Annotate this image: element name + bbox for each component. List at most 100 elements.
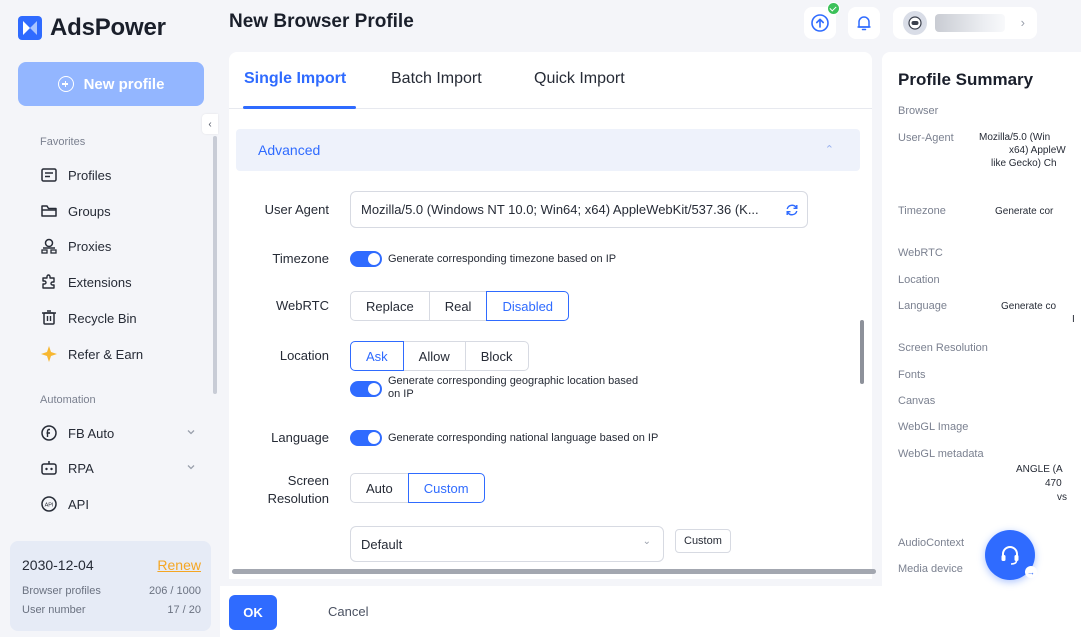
support-chat-button[interactable]: → <box>985 530 1037 580</box>
webrtc-real-option[interactable]: Real <box>428 291 488 321</box>
brand-name: AdsPower <box>50 14 166 41</box>
logo[interactable]: AdsPower <box>18 14 166 42</box>
chevron-down-icon[interactable] <box>186 462 196 472</box>
headset-icon <box>1001 546 1019 565</box>
screen-auto-option[interactable]: Auto <box>350 473 409 503</box>
scroll-thumb[interactable] <box>232 569 876 574</box>
sidebar-item-label: Refer & Earn <box>68 346 144 362</box>
summary-fonts-label: Fonts <box>898 369 926 381</box>
refresh-icon[interactable] <box>785 203 799 217</box>
summary-canvas-label: Canvas <box>898 395 936 407</box>
sidebar-item-extensions[interactable]: Extensions <box>40 270 200 294</box>
new-profile-button[interactable]: New profile <box>18 62 204 106</box>
resolution-select-value: Default <box>361 536 403 552</box>
user-agent-label: User Agent <box>264 202 329 217</box>
collapse-sidebar-button[interactable]: ‹ <box>202 114 218 134</box>
tab-single-import[interactable]: Single Import <box>244 70 346 88</box>
resolution-select[interactable]: Default ⌄ <box>350 526 664 562</box>
sidebar-item-label: RPA <box>68 460 94 476</box>
proxies-icon <box>41 238 57 254</box>
summary-language-line2: I <box>1072 314 1075 325</box>
chevron-down-icon: ⌄ <box>642 536 651 547</box>
screen-custom-option[interactable]: Custom <box>407 473 485 503</box>
update-button[interactable] <box>804 2 840 39</box>
user-number-value: 17 / 20 <box>167 604 201 616</box>
fb-auto-icon <box>41 425 57 441</box>
user-number-row: User number 17 / 20 <box>22 604 201 616</box>
user-menu[interactable]: › <box>893 7 1037 39</box>
sidebar-item-label: FB Auto <box>68 425 115 441</box>
bell-icon <box>857 16 871 31</box>
form-footer: OK Cancel <box>220 586 1081 637</box>
language-toggle-text: Generate corresponding national language… <box>388 432 659 444</box>
webrtc-disabled-option[interactable]: Disabled <box>486 291 570 321</box>
location-ask-option[interactable]: Ask <box>350 341 404 371</box>
summary-browser-label: Browser <box>898 105 939 117</box>
location-allow-option[interactable]: Allow <box>402 341 466 371</box>
sidebar-item-rpa[interactable]: RPA <box>40 456 200 480</box>
summary-title: Profile Summary <box>898 70 1034 89</box>
chevron-down-icon[interactable] <box>186 427 196 437</box>
tab-batch-import[interactable]: Batch Import <box>391 70 482 88</box>
notifications-button[interactable] <box>848 7 880 39</box>
profile-summary-panel: Profile Summary Browser User-Agent Mozil… <box>882 52 1081 586</box>
form-vertical-scrollbar[interactable] <box>860 320 864 384</box>
sidebar-item-refer-earn[interactable]: Refer & Earn <box>40 342 200 366</box>
timezone-toggle-text: Generate corresponding timezone based on… <box>388 253 617 265</box>
upload-circle-icon <box>811 14 829 32</box>
advanced-section-header[interactable]: Advanced ⌃ <box>236 129 860 171</box>
summary-screen-label: Screen Resolution <box>898 342 988 354</box>
screen-label-line1: Screen <box>287 473 329 488</box>
sidebar-item-label: Groups <box>68 203 111 219</box>
automation-label: Automation <box>40 394 96 406</box>
form-horizontal-scrollbar[interactable] <box>232 569 876 574</box>
ok-button[interactable]: OK <box>229 595 277 630</box>
summary-location-label: Location <box>898 274 940 286</box>
summary-language-line1: Generate co <box>1001 301 1057 312</box>
sidebar-scrollbar[interactable] <box>213 136 217 394</box>
import-tabs: Single Import Batch Import Quick Import <box>229 52 872 109</box>
tab-quick-import[interactable]: Quick Import <box>534 70 625 88</box>
sidebar-item-label: API <box>68 496 89 512</box>
summary-timezone-label: Timezone <box>898 205 946 217</box>
svg-text:API: API <box>45 502 54 508</box>
active-tab-indicator <box>243 106 356 109</box>
api-icon: API <box>41 496 57 512</box>
sidebar-item-groups[interactable]: Groups <box>40 199 200 223</box>
sidebar-item-recycle-bin[interactable]: Recycle Bin <box>40 306 200 330</box>
profile-form-card: Single Import Batch Import Quick Import … <box>229 52 872 579</box>
screen-label-line2: Resolution <box>267 491 329 506</box>
screen-resolution-segmented: Auto Custom <box>350 473 485 503</box>
summary-user-agent-label: User-Agent <box>898 132 954 144</box>
expiry-date: 2030-12-04 <box>22 557 94 573</box>
timezone-toggle[interactable] <box>350 251 382 267</box>
webrtc-replace-option[interactable]: Replace <box>350 291 430 321</box>
sidebar-item-fb-auto[interactable]: FB Auto <box>40 421 200 445</box>
location-block-option[interactable]: Block <box>464 341 529 371</box>
sidebar-item-proxies[interactable]: Proxies <box>40 234 200 258</box>
renew-link[interactable]: Renew <box>157 557 201 573</box>
resolution-custom-button[interactable]: Custom <box>675 529 731 553</box>
page-title: New Browser Profile <box>229 11 414 32</box>
summary-user-agent-line1: Mozilla/5.0 (Win <box>979 132 1051 143</box>
new-profile-label: New profile <box>83 75 165 93</box>
arrow-right-icon: → <box>1025 566 1037 578</box>
summary-audio-label: AudioContext <box>898 537 965 549</box>
cancel-button[interactable]: Cancel <box>328 604 368 619</box>
browser-profiles-label: Browser profiles <box>22 585 101 597</box>
favorites-label: Favorites <box>40 136 86 148</box>
check-badge-icon <box>827 2 840 15</box>
chevron-right-icon: › <box>1020 15 1025 30</box>
robot-icon <box>41 461 57 475</box>
sidebar-item-profiles[interactable]: Profiles <box>40 163 200 187</box>
sidebar-item-api[interactable]: API API <box>40 492 200 516</box>
summary-webgl-metadata-label: WebGL metadata <box>898 448 984 460</box>
location-toggle-line2: on IP <box>388 388 414 400</box>
location-toggle[interactable] <box>350 381 382 397</box>
puzzle-icon <box>42 274 55 289</box>
star-icon <box>41 346 57 362</box>
user-agent-field[interactable]: Mozilla/5.0 (Windows NT 10.0; Win64; x64… <box>350 191 808 228</box>
language-toggle[interactable] <box>350 430 382 446</box>
sidebar-item-label: Proxies <box>68 238 112 254</box>
location-toggle-text: Generate corresponding geographic locati… <box>388 375 638 401</box>
